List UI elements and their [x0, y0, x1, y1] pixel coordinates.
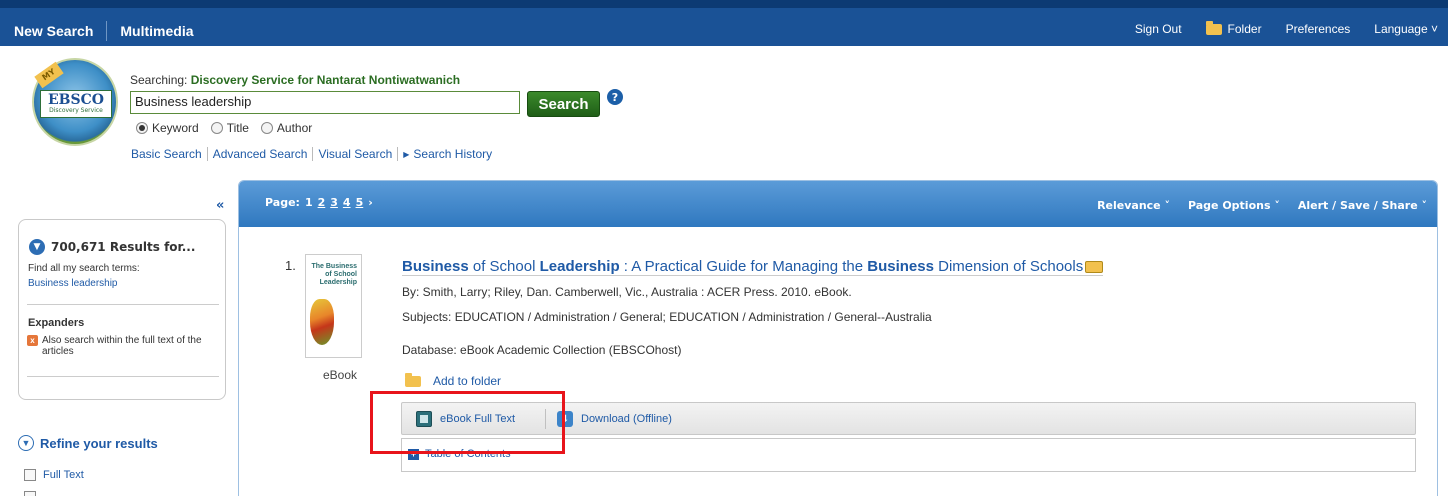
title-part: of School	[468, 258, 540, 275]
top-nav-right: Sign Out Folder Preferences Language ˅	[1135, 20, 1438, 36]
next-page-icon[interactable]: ›	[368, 196, 373, 209]
radio-author-dot[interactable]	[260, 122, 273, 134]
page-label: Page:	[265, 196, 300, 209]
searching-target: Discovery Service for Nantarat Nontiwatw…	[190, 73, 461, 87]
help-icon[interactable]: ?	[607, 89, 623, 105]
collapse-sidebar-button[interactable]: «	[216, 198, 224, 213]
divider	[206, 147, 208, 161]
result-number: 1.	[285, 258, 296, 273]
result-database: Database: eBook Academic Collection (EBS…	[402, 343, 682, 357]
divider	[27, 376, 219, 377]
refine-label: Refine your results	[40, 435, 158, 451]
page-2-link[interactable]: 2	[318, 196, 326, 209]
title-part: : A Practical Guide for Managing the	[619, 258, 868, 275]
preview-icon[interactable]	[1085, 261, 1104, 274]
chevron-down-icon: ▼	[29, 239, 45, 255]
results-count: 700,671 Results for...	[51, 240, 196, 254]
radio-keyword-label: Keyword	[152, 121, 199, 135]
find-all-label: Find all my search terms:	[28, 263, 140, 274]
searching-prefix: Searching:	[130, 73, 191, 87]
expander-label: Also search within the full text of the …	[42, 335, 202, 357]
result-byline: By: Smith, Larry; Riley, Dan. Camberwell…	[402, 285, 852, 299]
search-input[interactable]: Business leadership	[130, 91, 520, 114]
multimedia-link[interactable]: Multimedia	[120, 23, 193, 39]
results-toolbar: Page: 1 2 3 4 5 › Relevance ˅ Page Optio…	[239, 181, 1437, 227]
visual-search-link[interactable]: Visual Search	[318, 147, 392, 161]
page-3-link[interactable]: 3	[330, 196, 338, 209]
cover-title: The Business of School Leadership	[311, 263, 357, 286]
logo-band: EBSCO Discovery Service	[40, 90, 112, 118]
folder-icon	[1205, 20, 1222, 35]
download-offline-link[interactable]: ⬇ Download (Offline)	[557, 411, 672, 427]
language-menu[interactable]: Language ˅	[1374, 22, 1438, 36]
page-4-link[interactable]: 4	[343, 196, 351, 209]
relevance-dropdown[interactable]: Relevance ˅	[1097, 199, 1170, 212]
logo-text: EBSCO	[48, 92, 104, 108]
divider	[27, 304, 219, 305]
preferences-link[interactable]: Preferences	[1286, 22, 1351, 36]
searching-label: Searching: Discovery Service for Nantara…	[130, 73, 460, 87]
top-nav-left: New Search Multimedia	[14, 21, 194, 41]
expander-item: x Also search within the full text of th…	[27, 335, 222, 357]
chevron-down-icon: ▼	[18, 435, 34, 451]
results-count-header[interactable]: ▼ 700,671 Results for...	[29, 239, 195, 255]
search-term-link[interactable]: Business leadership	[28, 278, 118, 289]
radio-author[interactable]: Author	[260, 121, 313, 135]
add-to-folder-link[interactable]: Add to folder	[405, 372, 502, 388]
folder-link[interactable]: Folder	[1205, 20, 1262, 36]
alert-save-share-dropdown[interactable]: Alert / Save / Share ˅	[1298, 199, 1427, 212]
basic-search-link[interactable]: Basic Search	[131, 147, 202, 161]
sign-out-link[interactable]: Sign Out	[1135, 22, 1182, 36]
top-nav-bar: New Search Multimedia Sign Out Folder Pr…	[0, 0, 1448, 46]
search-links: Basic Search Advanced Search Visual Sear…	[131, 147, 492, 161]
radio-keyword-dot[interactable]	[136, 122, 148, 134]
advanced-search-link[interactable]: Advanced Search	[213, 147, 308, 161]
add-to-folder-label: Add to folder	[433, 374, 502, 388]
page-5-link[interactable]: 5	[356, 196, 364, 209]
refine-results-header[interactable]: ▼ Refine your results	[18, 435, 158, 451]
radio-title-dot[interactable]	[210, 122, 223, 134]
title-part: Dimension of Schools	[933, 258, 1084, 275]
highlight-box	[370, 391, 565, 454]
result-subjects: Subjects: EDUCATION / Administration / G…	[402, 310, 932, 324]
pagination: Page: 1 2 3 4 5 ›	[265, 196, 373, 209]
title-part: Business	[402, 258, 469, 275]
results-options: Relevance ˅ Page Options ˅ Alert / Save …	[1097, 199, 1427, 212]
logo-subtext: Discovery Service	[49, 107, 103, 114]
radio-keyword[interactable]: Keyword	[136, 121, 199, 135]
page-1: 1	[304, 196, 313, 209]
full-text-checkbox[interactable]	[24, 469, 36, 481]
remove-icon[interactable]: x	[27, 335, 38, 346]
search-mode-radios: Keyword Title Author	[136, 121, 312, 135]
cover-art	[310, 299, 334, 345]
full-text-label: Full Text	[43, 469, 84, 481]
radio-author-label: Author	[276, 121, 313, 135]
title-part: Leadership	[539, 258, 620, 275]
divider	[312, 147, 314, 161]
divider	[397, 147, 399, 161]
full-text-filter[interactable]: Full Text	[24, 469, 84, 481]
ebsco-logo[interactable]: MY EBSCO Discovery Service	[32, 58, 118, 146]
book-cover-image[interactable]: The Business of School Leadership	[305, 254, 362, 358]
folder-icon	[405, 372, 421, 387]
expand-triangle-icon: ▶	[403, 149, 410, 159]
search-button[interactable]: Search	[527, 91, 600, 117]
radio-title-label: Title	[226, 121, 249, 135]
publication-type-label: eBook	[323, 368, 358, 382]
search-history-link[interactable]: Search History	[413, 147, 492, 161]
results-summary-box: ▼ 700,671 Results for... Find all my sea…	[18, 219, 226, 400]
expanders-title: Expanders	[28, 317, 85, 329]
divider	[106, 21, 108, 41]
my-badge: MY	[34, 61, 64, 89]
page-options-dropdown[interactable]: Page Options ˅	[1188, 199, 1280, 212]
title-part: Business	[867, 258, 934, 275]
new-search-link[interactable]: New Search	[14, 23, 93, 39]
download-label: Download (Offline)	[581, 413, 672, 425]
result-title-link[interactable]: Business of School Leadership : A Practi…	[402, 258, 1104, 276]
radio-title[interactable]: Title	[210, 121, 249, 135]
filter-checkbox[interactable]	[24, 491, 36, 496]
